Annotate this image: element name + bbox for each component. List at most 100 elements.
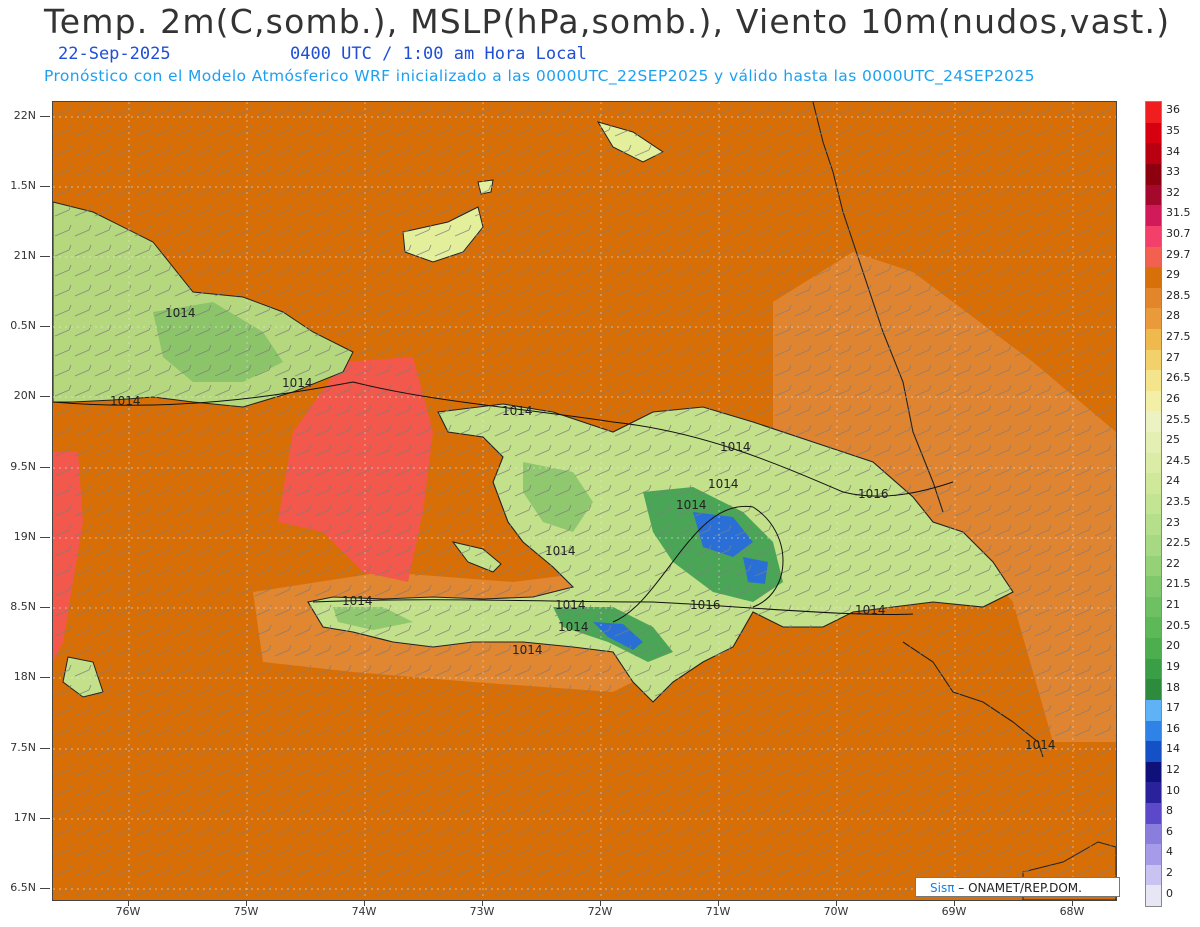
colorbar-segment	[1146, 411, 1161, 432]
colorbar-label: 27	[1166, 350, 1180, 364]
temperature-colorbar	[1145, 101, 1162, 907]
isobar-label: 1014	[555, 598, 586, 612]
colorbar-segment	[1146, 658, 1161, 680]
colorbar-segment	[1146, 122, 1161, 144]
isobar-label: 1016	[690, 598, 721, 612]
lat-tick	[40, 396, 50, 397]
colorbar-segment	[1146, 287, 1161, 309]
lon-tick	[482, 900, 483, 906]
colorbar-segment	[1146, 638, 1161, 659]
colorbar-label: 33	[1166, 165, 1180, 179]
colorbar-segment	[1146, 535, 1161, 556]
lat-tick	[40, 467, 50, 468]
isobar-label: 1014	[676, 498, 707, 512]
colorbar-label: 31.5	[1166, 206, 1191, 220]
colorbar-label: 28.5	[1166, 288, 1191, 302]
lat-tick	[40, 748, 50, 749]
credit-logo: Sisπ	[930, 881, 955, 895]
lon-label: 69W	[941, 905, 967, 918]
colorbar-segment	[1146, 349, 1161, 371]
lat-label: 7.5N	[10, 741, 36, 754]
isobar-label: 1014	[165, 306, 196, 320]
colorbar-label: 25	[1166, 433, 1180, 447]
colorbar-segment	[1146, 370, 1161, 391]
colorbar-segment	[1146, 617, 1161, 639]
lon-label: 71W	[705, 905, 731, 918]
colorbar-label: 22.5	[1166, 536, 1191, 550]
wind-barb-field	[53, 102, 1116, 900]
colorbar-label: 25.5	[1166, 412, 1191, 426]
isobar-label: 1014	[502, 404, 533, 418]
weather-map	[52, 101, 1117, 901]
colorbar-segment	[1146, 514, 1161, 536]
credit-text: – ONAMET/REP.DOM.	[958, 881, 1082, 895]
colorbar-segment	[1146, 864, 1161, 886]
isobar-label: 1014	[545, 544, 576, 558]
lat-label: 1.5N	[10, 179, 36, 192]
colorbar-segment	[1146, 679, 1161, 700]
colorbar-segment	[1146, 761, 1161, 783]
lat-tick	[40, 186, 50, 187]
colorbar-label: 6	[1166, 824, 1173, 838]
colorbar-label: 24	[1166, 474, 1180, 488]
isobar-label: 1014	[342, 594, 373, 608]
credit-box: Sisπ – ONAMET/REP.DOM.	[915, 877, 1120, 897]
lat-label: 19N	[13, 530, 36, 543]
colorbar-segment	[1146, 328, 1161, 350]
colorbar-label: 21	[1166, 598, 1180, 612]
forecast-date: 22-Sep-2025	[58, 44, 171, 64]
lon-tick	[1072, 900, 1073, 906]
colorbar-segment	[1146, 473, 1161, 494]
colorbar-segment	[1146, 308, 1161, 329]
lon-label: 76W	[115, 905, 141, 918]
colorbar-label: 26	[1166, 391, 1180, 405]
colorbar-segment	[1146, 885, 1161, 906]
colorbar-segment	[1146, 143, 1161, 165]
colorbar-segment	[1146, 102, 1161, 123]
isobar-label: 1014	[282, 376, 313, 390]
colorbar-label: 20.5	[1166, 618, 1191, 632]
lat-label: 6.5N	[10, 881, 36, 894]
lon-label: 70W	[823, 905, 849, 918]
colorbar-segment	[1146, 576, 1161, 597]
colorbar-label: 27.5	[1166, 330, 1191, 344]
lon-label: 68W	[1059, 905, 1085, 918]
lon-label: 73W	[469, 905, 495, 918]
lon-tick	[954, 900, 955, 906]
colorbar-label: 20	[1166, 639, 1180, 653]
colorbar-label: 34	[1166, 144, 1180, 158]
colorbar-label: 32	[1166, 185, 1180, 199]
colorbar-label: 21.5	[1166, 577, 1191, 591]
isobar-label: 1014	[855, 603, 886, 617]
colorbar-label: 19	[1166, 659, 1180, 673]
map-canvas	[53, 102, 1116, 900]
lon-label: 75W	[233, 905, 259, 918]
model-subtitle: Pronóstico con el Modelo Atmósferico WRF…	[44, 67, 1035, 85]
lat-tick	[40, 677, 50, 678]
colorbar-segment	[1146, 823, 1161, 845]
colorbar-segment	[1146, 596, 1161, 618]
lon-tick	[364, 900, 365, 906]
colorbar-label: 36	[1166, 103, 1180, 117]
colorbar-segment	[1146, 184, 1161, 206]
colorbar-label: 26.5	[1166, 371, 1191, 385]
isobar-label: 1016	[858, 487, 889, 501]
colorbar-label: 23	[1166, 515, 1180, 529]
lat-tick	[40, 818, 50, 819]
lon-tick	[128, 900, 129, 906]
colorbar-segment	[1146, 844, 1161, 865]
lat-label: 22N	[13, 109, 36, 122]
colorbar-segment	[1146, 205, 1161, 226]
colorbar-label: 16	[1166, 721, 1180, 735]
lat-tick	[40, 607, 50, 608]
lon-label: 72W	[587, 905, 613, 918]
colorbar-segment	[1146, 741, 1161, 762]
colorbar-segment	[1146, 555, 1161, 577]
colorbar-label: 30.7	[1166, 227, 1191, 240]
lat-label: 0.5N	[10, 319, 36, 332]
colorbar-label: 23.5	[1166, 495, 1191, 508]
lat-label: 18N	[13, 670, 36, 683]
colorbar-segment	[1146, 452, 1161, 474]
isobar-label: 1014	[512, 643, 543, 657]
map-title: Temp. 2m(C,somb.), MSLP(hPa,somb.), Vien…	[44, 2, 1171, 41]
